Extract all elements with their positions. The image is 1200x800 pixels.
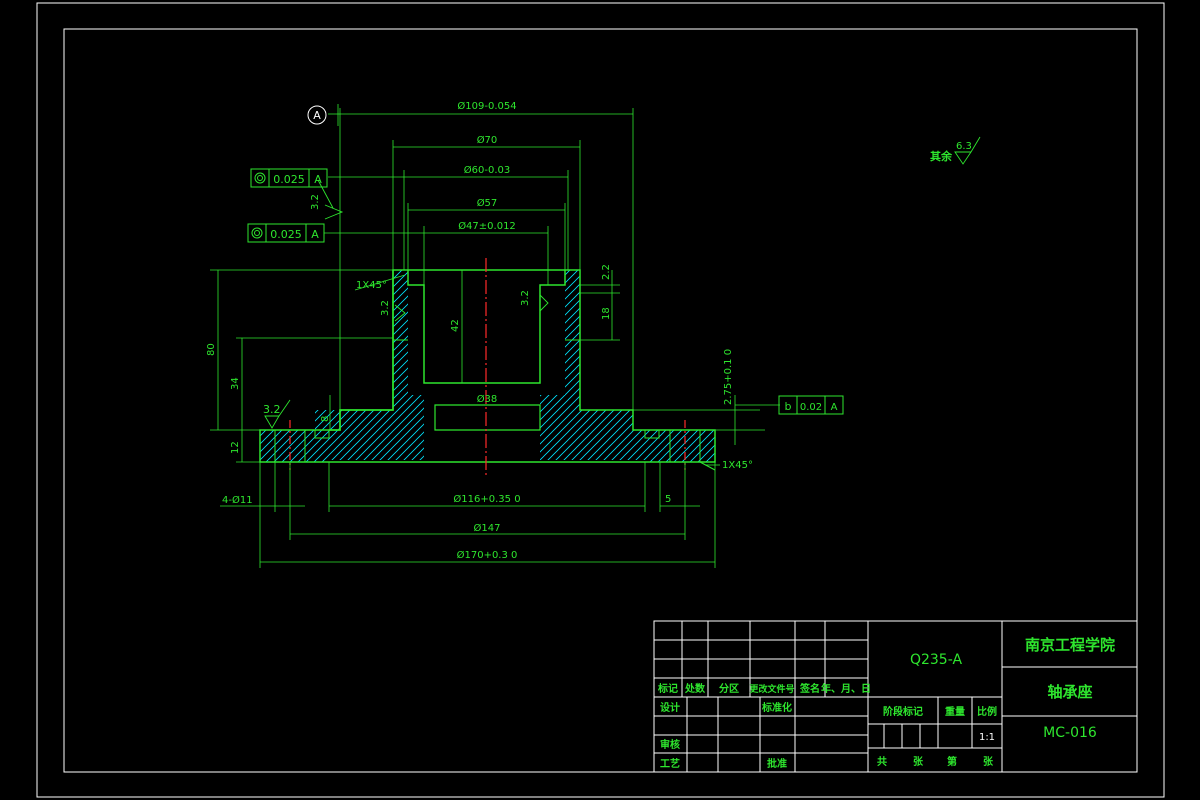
svg-text:重量: 重量 [945,705,965,718]
svg-text:Ø116+0.35 0: Ø116+0.35 0 [453,493,520,505]
svg-text:80: 80 [206,343,217,356]
svg-text:处数: 处数 [684,682,706,695]
drawing-number: MC-016 [1043,725,1097,741]
svg-text:42: 42 [450,319,461,332]
svg-text:共: 共 [877,755,887,768]
svg-text:1:1: 1:1 [979,732,995,743]
svg-text:张: 张 [983,755,994,768]
svg-text:签名: 签名 [799,682,820,695]
roughness-label-3: 3.2 [380,300,391,316]
roughness-rest-label: 其余 [930,149,953,163]
svg-text:A: A [831,402,838,413]
tolerance-frame-2: 0.025 A [247,223,325,243]
svg-text:2.75+0.1 0: 2.75+0.1 0 [723,349,734,405]
svg-text:阶段标记: 阶段标记 [883,705,923,718]
tolerance-frame-1: 0.025 A [250,168,328,188]
svg-text:Ø47±0.012: Ø47±0.012 [458,220,516,232]
svg-text:年、月、日: 年、月、日 [821,682,871,695]
svg-text:设计: 设计 [660,701,680,714]
svg-text:Ø60-0.03: Ø60-0.03 [464,164,510,176]
part-section [259,269,716,471]
svg-text:Ø170+0.3 0: Ø170+0.3 0 [457,549,518,561]
svg-text:标记: 标记 [657,682,678,695]
tolerance-frame-3: b 0.02 A [778,395,844,415]
svg-text:b: b [785,400,792,413]
engineering-drawing: A 0.025 A 0.025 A b 0.02 A 3.2 3.2 3.2 3… [36,2,1165,798]
roughness-label-1: 3.2 [310,194,321,210]
svg-text:0.02: 0.02 [800,402,822,413]
roughness-label-4: 3.2 [520,290,531,306]
roughness-label-2: 3.2 [263,403,281,416]
svg-text:第: 第 [947,755,957,768]
material: Q235-A [910,652,962,668]
school-name: 南京工程学院 [1025,636,1115,654]
svg-text:12: 12 [230,441,241,454]
outer-border [36,2,1165,798]
svg-text:1X45°: 1X45° [356,280,387,291]
roughness-rest-value: 6.3 [956,141,972,152]
svg-text:2.2: 2.2 [601,264,612,280]
svg-text:更改文件号: 更改文件号 [749,683,794,695]
svg-text:8: 8 [320,416,331,422]
svg-text:审核: 审核 [660,738,680,751]
svg-text:Ø70: Ø70 [477,134,498,146]
title-block-text: Q235-A 南京工程学院 轴承座 MC-016 标记 处数 分区 更改文件号 … [657,636,1115,770]
svg-text:张: 张 [913,755,924,768]
svg-text:34: 34 [230,377,241,390]
svg-text:Ø109-0.054: Ø109-0.054 [457,100,516,112]
svg-text:分区: 分区 [719,682,739,695]
svg-text:比例: 比例 [977,705,997,718]
svg-text:18: 18 [601,307,612,320]
svg-text:标准化: 标准化 [761,701,792,714]
svg-text:1X45°: 1X45° [722,460,753,471]
svg-text:批准: 批准 [767,757,787,770]
svg-text:工艺: 工艺 [660,757,680,770]
datum-a-label: A [313,109,321,122]
svg-text:4-Ø11: 4-Ø11 [222,494,253,506]
part-name: 轴承座 [1047,683,1092,701]
svg-text:0.025: 0.025 [270,228,302,241]
svg-text:Ø57: Ø57 [477,197,498,209]
svg-text:0.025: 0.025 [273,173,305,186]
svg-text:5: 5 [665,494,671,505]
inner-border [63,28,1138,773]
svg-text:A: A [311,228,319,241]
svg-text:Ø147: Ø147 [474,522,501,534]
svg-text:Ø38: Ø38 [477,393,498,405]
svg-text:A: A [314,173,322,186]
